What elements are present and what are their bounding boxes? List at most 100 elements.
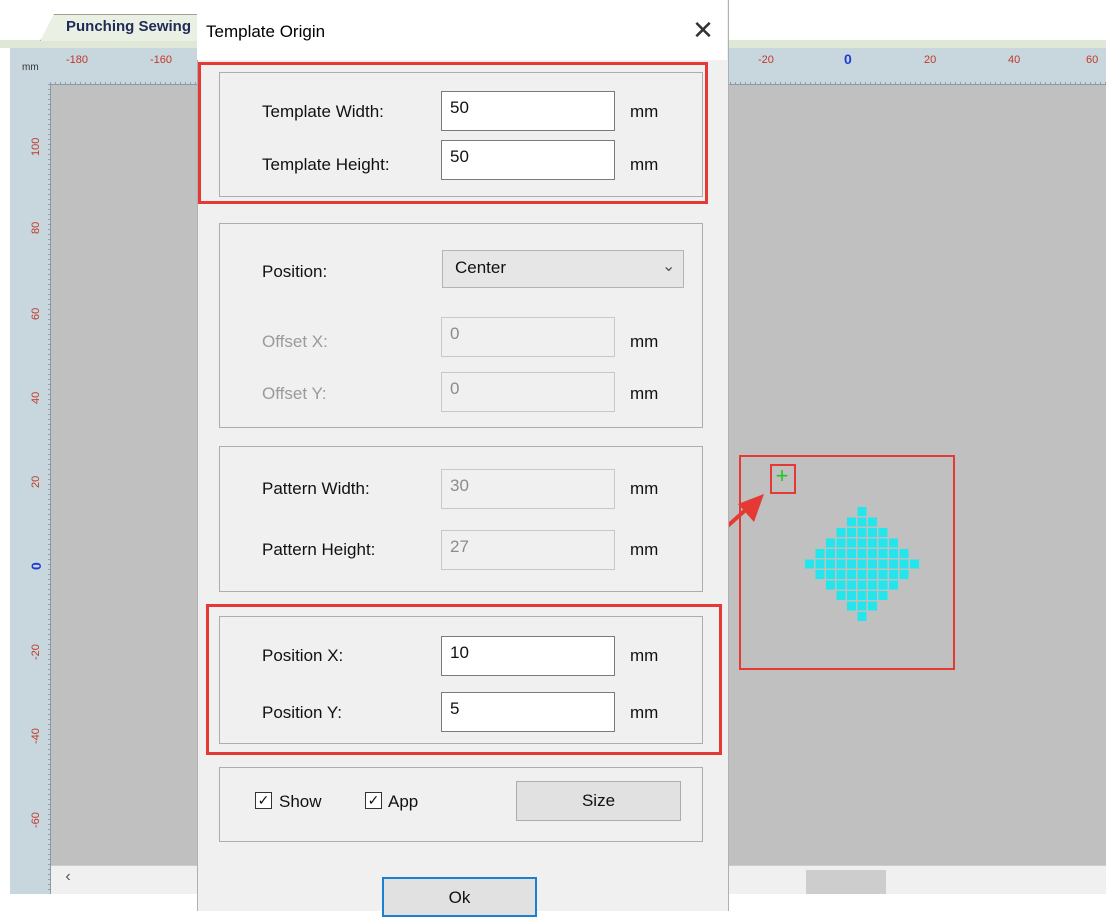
punch-point — [889, 538, 898, 548]
ruler-tick: -180 — [66, 54, 89, 66]
ok-button[interactable]: Ok — [382, 877, 537, 917]
position-y-field[interactable]: 5 — [441, 692, 615, 732]
vertical-ruler: 100 80 60 40 20 0 -20 -40 -60 — [10, 84, 51, 894]
punch-point — [826, 580, 835, 590]
offset-x-label: Offset X: — [262, 332, 328, 351]
punch-point — [868, 538, 877, 548]
punch-point — [868, 517, 877, 527]
punch-point — [868, 601, 877, 611]
position-x-label: Position X: — [262, 646, 344, 665]
punch-point — [826, 570, 835, 579]
punch-point — [889, 559, 898, 569]
punch-point — [847, 580, 856, 590]
punch-point — [836, 570, 846, 579]
punch-point — [847, 538, 856, 548]
punch-point — [847, 517, 856, 527]
punch-point — [826, 559, 835, 569]
punch-point — [889, 570, 898, 579]
punch-point — [868, 570, 877, 579]
unit-label: mm — [630, 703, 659, 722]
punch-point — [836, 538, 846, 548]
punch-point — [878, 528, 888, 537]
punch-point — [847, 601, 856, 611]
show-checkbox[interactable]: ✓ — [255, 792, 272, 809]
punch-point — [868, 580, 877, 590]
punch-point — [815, 559, 825, 569]
punch-point — [857, 507, 867, 516]
punch-point — [857, 559, 867, 569]
pattern-width-label: Pattern Width: — [262, 479, 370, 498]
punch-point — [857, 601, 867, 611]
show-label[interactable]: Show — [279, 792, 322, 812]
punch-point — [847, 591, 856, 600]
position-label: Position: — [262, 262, 328, 281]
close-icon[interactable]: ✕ — [688, 14, 718, 46]
unit-label: mm — [630, 646, 659, 665]
pattern-size-group — [219, 446, 703, 592]
punch-point — [857, 517, 867, 527]
punch-point — [868, 549, 877, 558]
position-y-label: Position Y: — [262, 703, 343, 722]
punch-point — [847, 528, 856, 537]
app-checkbox[interactable]: ✓ — [365, 792, 382, 809]
position-xy-highlight — [206, 604, 722, 755]
scroll-left-icon[interactable]: ‹ — [60, 868, 76, 888]
punch-point — [857, 538, 867, 548]
tab-label: Punching Sewing — [66, 18, 192, 35]
unit-label: mm — [630, 540, 659, 559]
pattern-width-field: 30 — [441, 469, 615, 509]
punch-point — [847, 549, 856, 558]
punch-point — [815, 549, 825, 558]
unit-label: mm — [630, 155, 659, 174]
pattern-height-field: 27 — [441, 530, 615, 570]
punch-point — [857, 580, 867, 590]
size-button[interactable]: Size — [516, 781, 681, 821]
punch-point — [910, 559, 919, 569]
template-height-field[interactable]: 50 — [441, 140, 615, 180]
punch-point — [868, 559, 877, 569]
punch-point — [847, 559, 856, 569]
position-select[interactable]: Center — [442, 250, 684, 288]
ruler-tick: 60 — [1086, 54, 1099, 66]
pattern-height-label: Pattern Height: — [262, 540, 376, 559]
punch-point — [889, 549, 898, 558]
position-x-field[interactable]: 10 — [441, 636, 615, 676]
punch-point — [826, 538, 835, 548]
template-size-highlight — [198, 62, 708, 204]
punch-point — [857, 528, 867, 537]
template-width-label: Template Width: — [262, 102, 384, 121]
punch-point — [899, 570, 909, 579]
punch-point — [899, 549, 909, 558]
punch-pattern — [805, 507, 919, 621]
punch-point — [857, 549, 867, 558]
punch-point — [878, 559, 888, 569]
unit-label: mm — [630, 102, 659, 121]
offset-y-field: 0 — [441, 372, 615, 412]
punch-point — [868, 528, 877, 537]
punch-point — [878, 538, 888, 548]
scrollbar-thumb[interactable] — [806, 870, 886, 894]
punch-point — [857, 570, 867, 579]
ruler-tick-zero: 0 — [844, 51, 852, 67]
chevron-down-icon: ⌄ — [662, 258, 676, 275]
unit-label: mm — [630, 332, 659, 351]
origin-marker-icon: + — [775, 463, 789, 488]
punch-point — [836, 580, 846, 590]
position-select-value: Center — [455, 258, 507, 277]
ruler-tick: 40 — [1008, 54, 1021, 66]
ruler-tick: 20 — [924, 54, 937, 66]
punch-point — [889, 580, 898, 590]
punch-point — [878, 580, 888, 590]
punch-point — [868, 591, 877, 600]
punch-point — [836, 559, 846, 569]
punch-point — [878, 591, 888, 600]
unit-label: mm — [630, 384, 659, 403]
ruler-marks — [48, 84, 50, 894]
app-label[interactable]: App — [388, 792, 418, 812]
template-height-label: Template Height: — [262, 155, 390, 174]
unit-label: mm — [630, 479, 659, 498]
punch-point — [836, 549, 846, 558]
punch-point — [847, 570, 856, 579]
punch-point — [815, 570, 825, 579]
template-width-field[interactable]: 50 — [441, 91, 615, 131]
